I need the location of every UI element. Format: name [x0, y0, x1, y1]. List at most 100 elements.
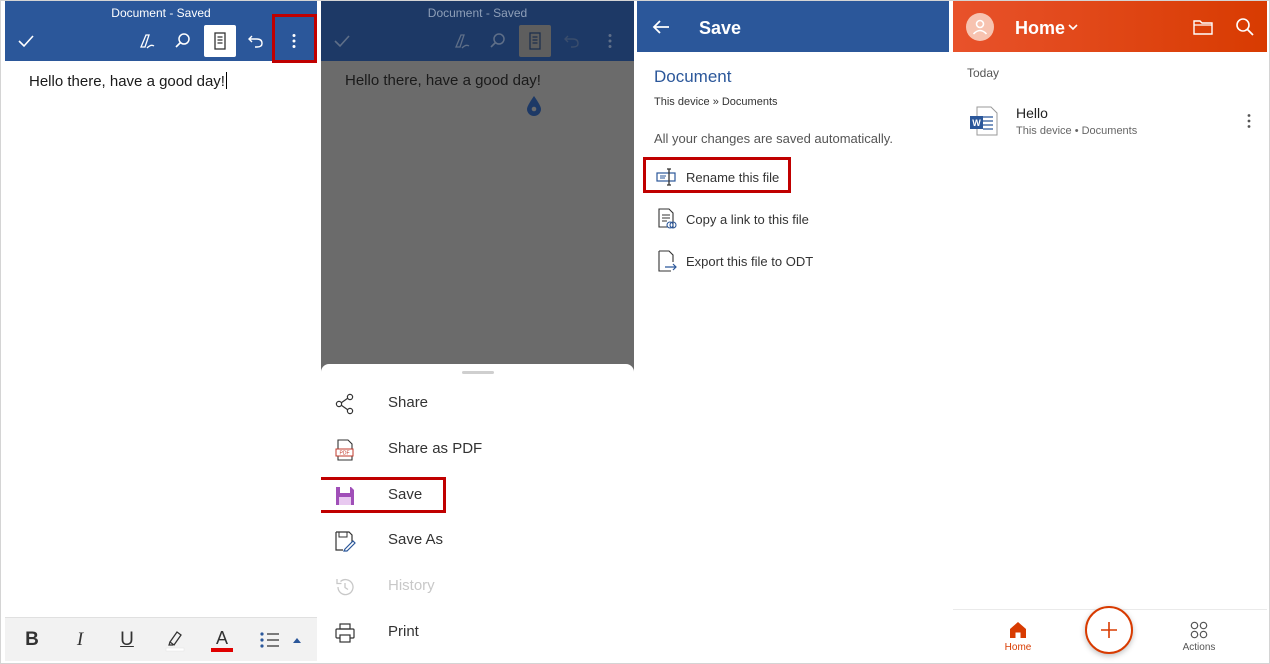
avatar[interactable] [966, 13, 994, 41]
folder-icon[interactable] [1192, 16, 1214, 38]
document-body[interactable]: Hello there, have a good day! [29, 72, 227, 90]
document-title: Document - Saved [111, 6, 211, 20]
font-color-letter: A [215, 627, 228, 648]
action-label: Export this file to ODT [686, 254, 814, 269]
word-file-icon: W [970, 106, 998, 136]
word-toolbar: Document - Saved [5, 1, 317, 61]
font-color-button[interactable]: A [206, 625, 238, 655]
copy-link-icon [658, 208, 677, 229]
chevron-down-icon[interactable] [1067, 21, 1079, 33]
nav-home[interactable]: Home [983, 620, 1053, 660]
document-title: Document - Saved [427, 6, 528, 20]
menu-item-print[interactable]: Print [321, 613, 634, 653]
section-title: Today [967, 66, 1000, 80]
undo-icon [564, 35, 579, 48]
reading-view-button [519, 25, 551, 57]
body-text: Hello there, have a good day! [29, 73, 225, 90]
save-highlight [321, 477, 446, 513]
pdf-icon: PDF [333, 438, 357, 462]
search-icon [175, 33, 190, 48]
bullets-button[interactable] [254, 625, 286, 655]
reading-view-button[interactable] [204, 25, 236, 57]
dimmed-toolbar: Document - Saved [321, 1, 634, 61]
cursor-handle-icon [527, 96, 541, 116]
document-location: This device » Documents [654, 96, 778, 108]
share-icon [333, 392, 357, 416]
bullet-list-icon [260, 632, 279, 648]
back-arrow-icon[interactable] [651, 17, 671, 37]
reading-view-icon [529, 32, 541, 50]
draw-button [446, 25, 478, 57]
draw-pen-icon [455, 34, 470, 49]
search-icon [490, 33, 505, 48]
font-color-bar [211, 647, 233, 652]
draw-pen-icon [140, 34, 155, 49]
nav-actions[interactable]: Actions [1164, 620, 1234, 660]
save-as-icon [333, 529, 357, 553]
undo-button[interactable] [240, 25, 272, 57]
svg-text:PDF: PDF [340, 451, 350, 457]
reading-view-icon [214, 32, 226, 50]
highlighter-icon [165, 631, 185, 652]
menu-item-label: Share as PDF [388, 440, 483, 457]
menu-item-save-as[interactable]: Save As [321, 521, 634, 561]
office-home-panel: Home Today W Hello This device • Documen… [953, 1, 1267, 663]
highlight-button[interactable] [159, 625, 191, 655]
save-pane-panel: Save Document This device » Documents Al… [637, 1, 949, 663]
save-header: Save [637, 1, 949, 52]
menu-item-label: History [388, 577, 435, 594]
bold-button[interactable]: B [16, 625, 48, 655]
menu-item-share-as-pdf[interactable]: PDF Share as PDF [321, 430, 634, 470]
italic-button[interactable]: I [64, 625, 96, 655]
menu-item-share[interactable]: Share [321, 384, 634, 424]
check-icon [334, 35, 350, 48]
file-name: Hello [1016, 105, 1048, 121]
save-title: Save [699, 18, 742, 38]
rename-highlight [643, 157, 791, 193]
overflow-menu-panel: Document - Saved Hello there, have a goo… [321, 1, 634, 663]
history-icon [333, 575, 357, 599]
screenshot-page: Document - Saved Hello there, have a goo… [0, 0, 1270, 664]
draw-button[interactable] [131, 25, 163, 57]
check-icon [18, 35, 34, 48]
undo-button [556, 25, 588, 57]
font-color-swatch: A [211, 629, 233, 652]
action-label: Copy a link to this file [686, 212, 809, 227]
actions-grid-icon [1190, 621, 1208, 639]
autosave-note: All your changes are saved automatically… [654, 131, 893, 146]
done-button [326, 25, 358, 57]
plus-icon [1101, 622, 1117, 638]
done-button[interactable] [10, 25, 42, 57]
nav-label: Actions [1182, 642, 1216, 653]
caret-up-icon [293, 638, 301, 643]
create-new-button[interactable] [1085, 606, 1133, 654]
home-title[interactable]: Home [1015, 18, 1065, 39]
more-vertical-icon [608, 34, 612, 48]
find-button[interactable] [167, 25, 199, 57]
menu-item-label: Print [388, 623, 419, 640]
format-toolbar: B I U A [5, 617, 317, 661]
file-list-item[interactable]: W Hello This device • Documents [953, 99, 1267, 147]
more-vertical-icon[interactable] [1241, 111, 1257, 131]
svg-text:W: W [972, 118, 981, 128]
body-text: Hello there, have a good day! [345, 72, 541, 89]
find-button [482, 25, 514, 57]
menu-item-label: Share [388, 394, 429, 411]
search-icon[interactable] [1234, 16, 1256, 38]
file-location: This device • Documents [1016, 125, 1138, 137]
underline-button[interactable]: U [111, 625, 143, 655]
home-header: Home [953, 1, 1267, 52]
export-odt-action[interactable]: Export this file to ODT [654, 246, 944, 276]
menu-item-label: Save As [388, 531, 444, 548]
more-options-highlight [272, 14, 317, 63]
undo-icon [248, 35, 263, 48]
sheet-drag-handle[interactable] [462, 371, 494, 374]
expand-ribbon-button[interactable] [283, 625, 311, 655]
menu-item-history: History [321, 567, 634, 607]
print-icon [333, 621, 357, 645]
person-icon [972, 19, 988, 35]
bottom-sheet-menu: Share PDF Share as PDF Save Save As Hist… [321, 364, 634, 663]
copy-link-action[interactable]: Copy a link to this file [654, 204, 944, 234]
nav-label: Home [1004, 642, 1032, 653]
word-editor-panel: Document - Saved Hello there, have a goo… [5, 1, 317, 663]
